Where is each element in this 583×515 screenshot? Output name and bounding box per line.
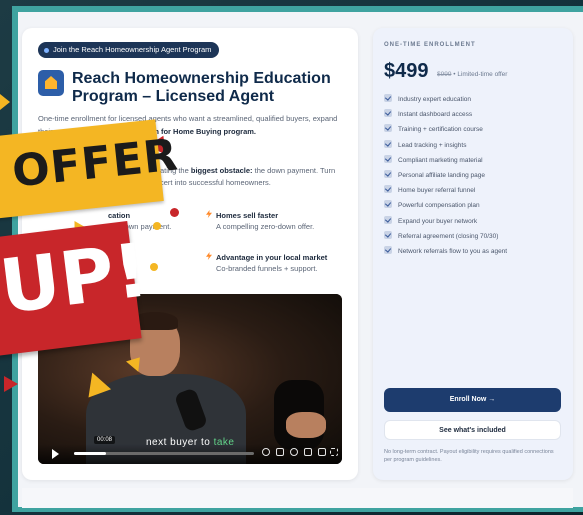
feature-label: Industry expert education [398, 96, 471, 103]
feature-item: Network referrals flow to you as agent [384, 245, 564, 261]
pill-label: Join the Reach Homeownership Agent Progr… [53, 45, 212, 54]
feature-list: Industry expert education Instant dashbo… [384, 94, 564, 261]
feature-item: Home buyer referral funnel [384, 185, 564, 200]
up-banner-text: UP! [0, 227, 153, 331]
fullscreen-icon[interactable] [330, 448, 338, 456]
check-icon [384, 230, 392, 239]
cast-icon[interactable] [318, 448, 326, 456]
obstacle-text: ating the biggest obstacle: the down pay… [160, 165, 340, 189]
description-lead: One-time enrollment [38, 114, 106, 123]
advantage-body: Co-branded funnels + support. [216, 264, 318, 273]
mini-card-homes: Homes sell faster A compelling zero-down… [206, 210, 336, 232]
feature-item: Compliant marketing material [384, 154, 564, 170]
play-icon[interactable] [52, 449, 59, 459]
feature-label: Referral agreement (closing 70/30) [398, 232, 499, 240]
captions-icon[interactable] [276, 448, 284, 456]
feature-label: Instant dashboard access [398, 111, 473, 119]
feature-item: Industry expert education [384, 94, 564, 109]
feature-item: Powerful compensation plan [384, 200, 564, 215]
feature-item: Instant dashboard access [384, 109, 564, 124]
bolt-icon [206, 252, 212, 260]
feature-item: Referral agreement (closing 70/30) [384, 230, 564, 246]
offer-note: • Limited-time offer [453, 71, 508, 78]
settings-gear-icon[interactable] [290, 448, 298, 456]
house-logo-icon [38, 70, 64, 96]
old-price: $999 [437, 71, 452, 78]
feature-item: Lead tracking + insights [384, 139, 564, 155]
enroll-now-button[interactable]: Enroll Now → [384, 388, 561, 412]
check-icon [384, 154, 392, 163]
yellow-dot-decoration [150, 263, 158, 271]
homes-body: A compelling zero-down offer. [216, 222, 315, 231]
bolt-icon [206, 210, 212, 218]
pill-dot-icon [44, 47, 49, 53]
check-icon [384, 139, 392, 148]
volume-icon[interactable] [262, 448, 270, 456]
feature-label: Network referrals flow to you as agent [398, 247, 508, 255]
check-icon [384, 185, 392, 194]
join-program-pill[interactable]: Join the Reach Homeownership Agent Progr… [38, 42, 220, 58]
speaker-hand [286, 412, 326, 438]
video-progress-bar[interactable] [74, 452, 254, 455]
next-section-strip [22, 488, 573, 508]
see-included-button[interactable]: See what's included [384, 420, 561, 440]
red-triangle-decoration [4, 376, 18, 392]
check-icon [384, 245, 392, 254]
check-icon [384, 169, 392, 178]
check-icon [384, 94, 392, 102]
yellow-dot-decoration [153, 222, 161, 230]
check-icon [384, 124, 392, 133]
page-title: Reach Homeownership Education Program – … [72, 70, 331, 105]
feature-label: Compliant marketing material [398, 156, 483, 164]
check-icon [384, 215, 392, 224]
check-icon [384, 109, 392, 118]
advantage-head: Advantage in your local market [216, 253, 328, 262]
feature-label: Powerful compensation plan [398, 202, 480, 210]
check-icon [384, 200, 392, 209]
feature-item: Training + certification course [384, 124, 564, 139]
obstacle-bold: biggest obstacle: [190, 166, 253, 175]
homes-head: Homes sell faster [216, 211, 279, 220]
feature-label: Expand your buyer network [398, 217, 478, 225]
feature-label: Lead tracking + insights [398, 141, 467, 149]
feature-item: Expand your buyer network [384, 215, 564, 231]
pip-icon[interactable] [304, 448, 312, 456]
enrollment-label: ONE-TIME ENROLLMENT [384, 42, 476, 48]
feature-label: Personal affiliate landing page [398, 171, 485, 179]
yellow-triangle-decoration [0, 94, 10, 110]
feature-item: Personal affiliate landing page [384, 169, 564, 185]
feature-label: Training + certification course [398, 126, 483, 134]
red-dot-decoration [170, 208, 179, 217]
video-progress-fill [74, 452, 107, 455]
time-chip: 00:08 [94, 436, 116, 444]
mini-card-advantage: Advantage in your local market Co-brande… [206, 252, 342, 274]
fineprint: No long-term contract. Payout eligibilit… [384, 449, 554, 463]
price: $499 [384, 60, 429, 82]
feature-label: Home buyer referral funnel [398, 187, 476, 195]
price-note: $999 • Limited-time offer [437, 71, 507, 78]
